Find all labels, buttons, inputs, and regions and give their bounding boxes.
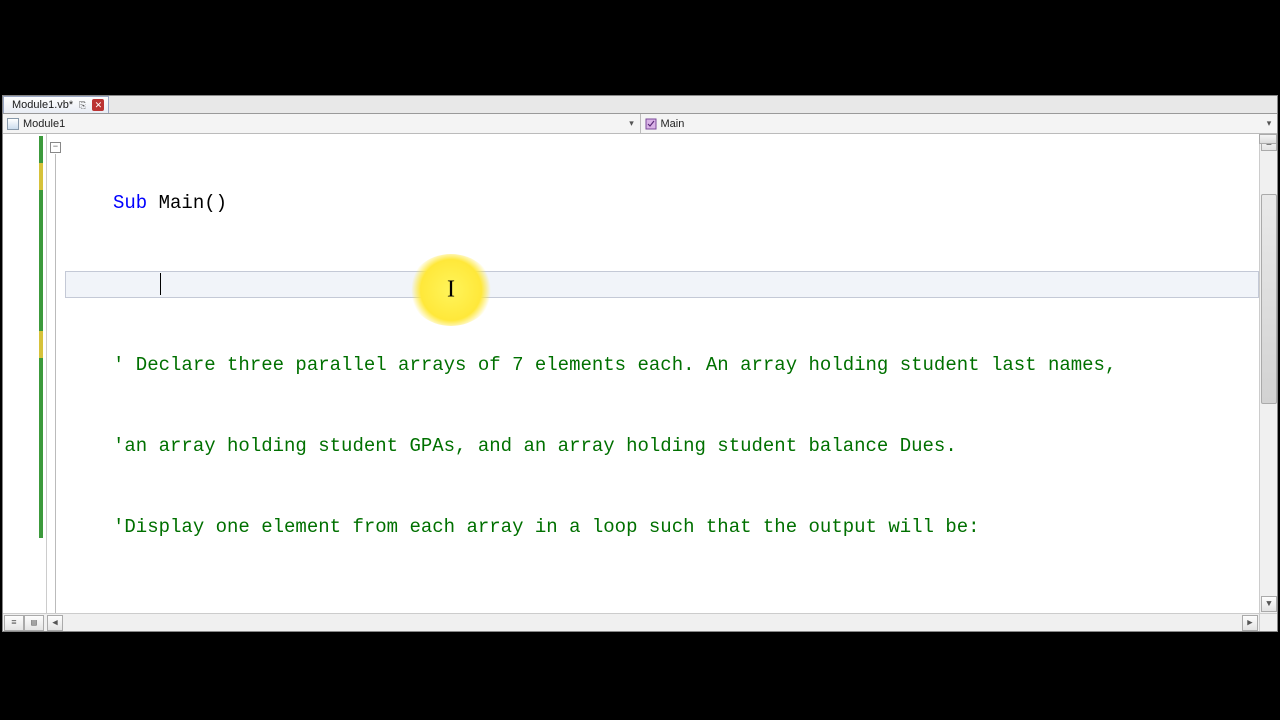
file-tab-module1[interactable]: Module1.vb* ⎘ ✕ [3,96,109,113]
file-tab-label: Module1.vb* [12,99,73,111]
code-line[interactable]: 'an array holding student GPAs, and an a… [65,433,1259,460]
change-bar-unsaved [39,331,43,358]
fold-toggle[interactable]: − [50,142,61,153]
code-area[interactable]: Sub Main() ' Declare three parallel arra… [65,134,1259,613]
module-icon [7,118,19,130]
code-line[interactable]: 'Display one element from each array in … [65,514,1259,541]
member-selector-label: Main [661,118,685,130]
code-line-current[interactable] [65,271,1259,298]
pin-icon[interactable]: ⎘ [79,100,86,111]
code-line[interactable]: ' Declare three parallel arrays of 7 ele… [65,352,1259,379]
chevron-down-icon: ▾ [1263,117,1275,129]
change-bar-unsaved [39,163,43,190]
method-icon [645,118,657,130]
scroll-down-button[interactable]: ▼ [1261,596,1277,612]
close-icon[interactable]: ✕ [92,99,104,111]
outline-column: − [47,134,65,631]
text-caret [160,273,161,295]
type-selector[interactable]: Module1 ▾ [3,114,641,133]
code-editor[interactable]: − Sub Main() ' Declare three parallel ar… [3,134,1277,631]
navigation-bar: Module1 ▾ Main ▾ [3,114,1277,134]
scroll-right-button[interactable]: ▶ [1242,615,1258,631]
scroll-left-button[interactable]: ◀ [47,615,63,631]
scroll-thumb[interactable] [1261,194,1277,404]
view-switcher[interactable]: ≡▤ [4,615,44,631]
change-bar-saved [39,190,43,331]
split-grip[interactable] [1259,134,1277,144]
code-line[interactable]: Sub Main() [65,190,1259,217]
fold-guide [55,154,56,614]
editor-gutter [3,134,47,631]
vertical-scrollbar[interactable]: ▲ ▼ [1259,134,1277,613]
chevron-down-icon: ▾ [626,117,638,129]
type-selector-label: Module1 [23,118,65,130]
change-bar-saved [39,358,43,538]
scrollbar-corner [1259,613,1277,631]
change-bar-saved [39,136,43,163]
member-selector[interactable]: Main ▾ [641,114,1278,133]
horizontal-scrollbar[interactable]: ≡▤ ◀ ▶ [3,613,1259,631]
document-tab-bar: Module1.vb* ⎘ ✕ [3,96,1277,114]
ide-frame: Module1.vb* ⎘ ✕ Module1 ▾ Main ▾ [2,95,1278,632]
